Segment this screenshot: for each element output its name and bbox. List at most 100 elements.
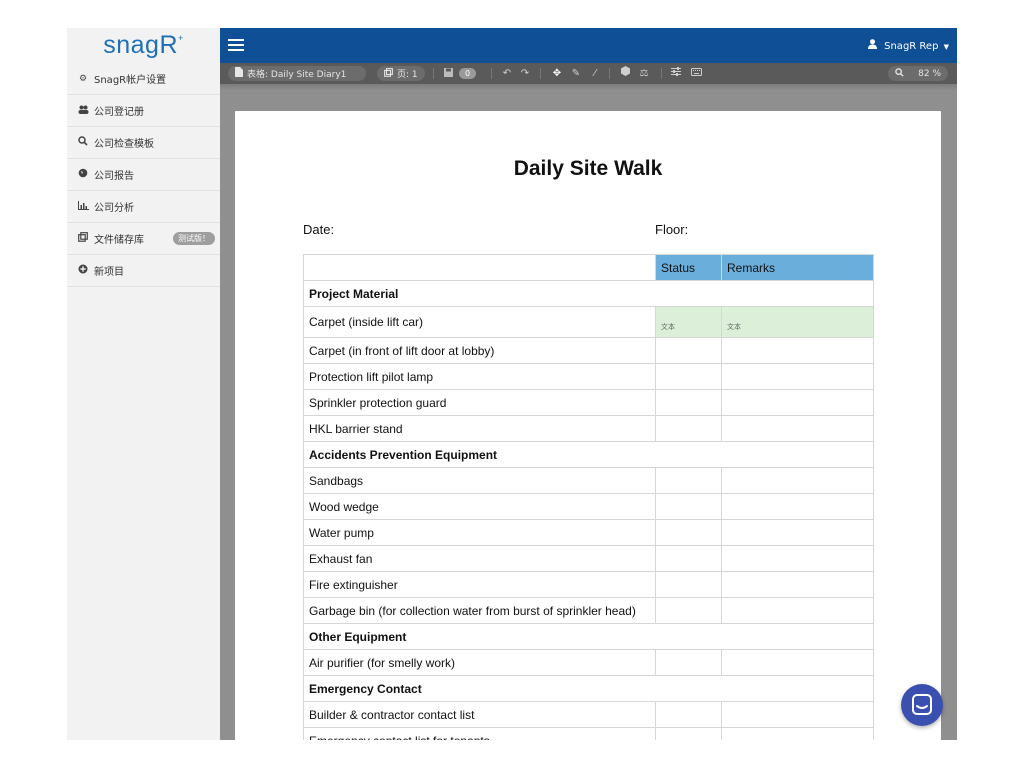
cube-icon[interactable] <box>618 66 632 81</box>
zoom-level: 82 % <box>918 68 941 79</box>
status-cell[interactable]: 文本 <box>655 306 722 338</box>
remarks-cell[interactable] <box>721 389 874 416</box>
item-label: Wood wedge <box>303 493 656 520</box>
remarks-cell[interactable] <box>721 415 874 442</box>
undo-icon[interactable]: ↶ <box>500 66 514 81</box>
sidebar-item-label: SnagR帐户设置 <box>94 75 167 86</box>
remarks-cell[interactable] <box>721 467 874 494</box>
item-label: Carpet (inside lift car) <box>303 306 656 338</box>
status-cell[interactable] <box>655 545 722 572</box>
table-row: Carpet (inside lift car) 文本 文本 <box>303 306 874 338</box>
form-name: 表格: Daily Site Diary1 <box>247 70 347 80</box>
beta-badge: 测试版！ <box>173 232 215 245</box>
sidebar-item-account-settings[interactable]: ⚙ SnagR帐户设置 <box>67 63 220 95</box>
zoom-icon <box>895 67 904 80</box>
item-label: Carpet (in front of lift door at lobby) <box>303 337 656 364</box>
column-header-remarks: Remarks <box>721 254 874 281</box>
status-cell[interactable] <box>655 363 722 390</box>
sidebar-item-company-reports[interactable]: 公司报告 <box>67 159 220 191</box>
checklist-table: Status Remarks Project Material Carpet (i… <box>303 254 874 740</box>
remarks-cell[interactable] <box>721 727 874 740</box>
status-cell[interactable] <box>655 727 722 740</box>
remarks-cell[interactable] <box>721 545 874 572</box>
save-button[interactable]: 0 <box>440 66 480 81</box>
document-page: Daily Site Walk Date: Floor: Status Rema… <box>235 111 941 740</box>
caret-down-icon: ▼ <box>943 43 949 51</box>
zoom-control[interactable]: 82 % <box>888 66 948 81</box>
save-icon <box>444 67 453 80</box>
plus-circle-icon <box>77 264 89 277</box>
floor-field-label[interactable]: Floor: <box>655 222 688 237</box>
date-field-label[interactable]: Date: <box>303 222 334 237</box>
sidebar-item-company-register[interactable]: 公司登记册 <box>67 95 220 127</box>
sidebar-item-label: 文件储存库 <box>94 235 144 246</box>
sidebar-item-inspection-templates[interactable]: 公司检查模板 <box>67 127 220 159</box>
sliders-icon[interactable] <box>669 66 683 81</box>
status-cell[interactable] <box>655 571 722 598</box>
section-row: Emergency Contact <box>303 675 874 702</box>
sidebar: snagR + ⚙ SnagR帐户设置 公司登记册 公司检查模板 公司报告 公司… <box>67 28 221 740</box>
user-icon <box>867 39 880 52</box>
section-row: Accidents Prevention Equipment <box>303 441 874 468</box>
user-menu[interactable]: SnagR Rep ▼ <box>867 39 949 52</box>
clone-icon <box>77 232 89 245</box>
sidebar-item-label: 公司分析 <box>94 203 134 214</box>
sidebar-item-new-project[interactable]: 新项目 <box>67 255 220 287</box>
remarks-cell[interactable] <box>721 519 874 546</box>
magic-wand-icon[interactable]: ⁄ <box>588 66 602 81</box>
page-label: 页: 1 <box>397 70 418 80</box>
item-label: Fire extinguisher <box>303 571 656 598</box>
chat-launcher-button[interactable] <box>901 684 943 726</box>
remarks-cell[interactable] <box>721 597 874 624</box>
remarks-cell[interactable] <box>721 493 874 520</box>
status-cell[interactable] <box>655 467 722 494</box>
redo-icon[interactable]: ↷ <box>518 66 532 81</box>
status-cell[interactable] <box>655 389 722 416</box>
status-cell[interactable] <box>655 415 722 442</box>
item-label: Emergency contact list for tenants <box>303 727 656 740</box>
remarks-cell[interactable] <box>721 701 874 728</box>
section-label: Emergency Contact <box>303 675 874 702</box>
sidebar-item-label: 公司报告 <box>94 171 134 182</box>
pages-icon <box>384 67 393 80</box>
logo-text: snagR <box>103 31 178 59</box>
table-row: Sandbags <box>303 467 874 494</box>
table-row: Protection lift pilot lamp <box>303 363 874 390</box>
toolbar-divider <box>540 68 541 79</box>
remarks-cell[interactable] <box>721 337 874 364</box>
gears-icon: ⚙ <box>78 73 88 84</box>
table-row: Wood wedge <box>303 493 874 520</box>
globe-icon <box>77 168 89 181</box>
toolbar-divider <box>609 68 610 79</box>
status-cell[interactable] <box>655 519 722 546</box>
status-cell[interactable] <box>655 597 722 624</box>
balance-scale-icon[interactable]: ⚖ <box>637 66 651 81</box>
table-row: Water pump <box>303 519 874 546</box>
keyboard-icon[interactable] <box>689 66 703 81</box>
sidebar-item-company-analytics[interactable]: 公司分析 <box>67 191 220 223</box>
remarks-cell[interactable]: 文本 <box>721 306 874 338</box>
form-name-pill[interactable]: 表格: Daily Site Diary1 <box>228 66 366 81</box>
remarks-cell[interactable] <box>721 363 874 390</box>
move-icon[interactable]: ✥ <box>550 66 564 81</box>
sidebar-item-file-repository[interactable]: 文件储存库 测试版！ <box>67 223 220 255</box>
hamburger-menu-icon[interactable] <box>228 39 244 52</box>
item-label: Builder & contractor contact list <box>303 701 656 728</box>
page-indicator[interactable]: 页: 1 <box>377 66 425 81</box>
document-title: Daily Site Walk <box>513 157 663 180</box>
pencil-icon[interactable]: ✎ <box>569 66 583 81</box>
remarks-cell[interactable] <box>721 571 874 598</box>
item-label: Sandbags <box>303 467 656 494</box>
status-cell[interactable] <box>655 493 722 520</box>
table-row: Sprinkler protection guard <box>303 389 874 416</box>
status-cell[interactable] <box>655 649 722 676</box>
logo[interactable]: snagR + <box>67 28 220 63</box>
document-viewer[interactable]: Daily Site Walk Date: Floor: Status Rema… <box>220 84 957 740</box>
remarks-cell[interactable] <box>721 649 874 676</box>
item-label: Exhaust fan <box>303 545 656 572</box>
top-bar: SnagR Rep ▼ <box>220 28 957 63</box>
status-cell[interactable] <box>655 337 722 364</box>
item-label: HKL barrier stand <box>303 415 656 442</box>
table-header-row: Status Remarks <box>303 254 874 281</box>
status-cell[interactable] <box>655 701 722 728</box>
